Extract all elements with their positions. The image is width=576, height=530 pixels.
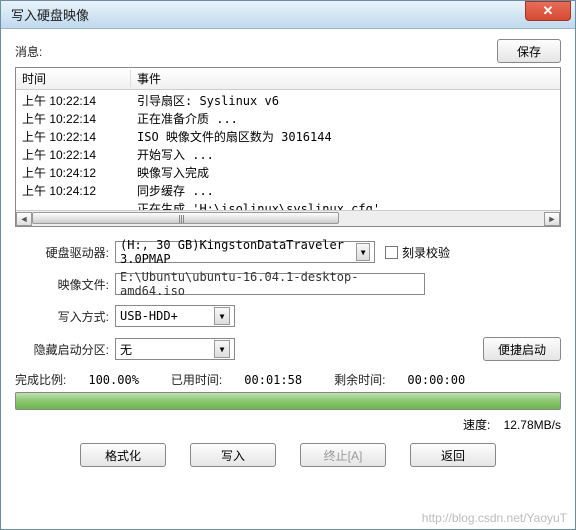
image-path-input[interactable]: E:\Ubuntu\ubuntu-16.04.1-desktop-amd64.i…: [115, 273, 425, 295]
back-button[interactable]: 返回: [410, 443, 496, 467]
log-row: 上午 10:24:12同步缓存 ...: [16, 182, 560, 200]
speed-label: 速度:: [463, 418, 490, 432]
speed-row: 速度: 12.78MB/s: [15, 416, 561, 433]
abort-button[interactable]: 终止[A]: [300, 443, 386, 467]
chevron-down-icon[interactable]: ▼: [356, 243, 370, 261]
close-icon: ✕: [543, 3, 554, 19]
log-header-event[interactable]: 事件: [131, 70, 560, 87]
log-row: 上午 10:22:14开始写入 ...: [16, 146, 560, 164]
titlebar[interactable]: 写入硬盘映像 ✕: [1, 1, 575, 29]
verify-label: 刻录校验: [402, 244, 450, 261]
remain-label: 剩余时间:: [334, 371, 385, 388]
image-label: 映像文件:: [15, 276, 115, 293]
elapsed-value: 00:01:58: [244, 373, 302, 387]
hidden-partition-label: 隐藏启动分区:: [15, 341, 115, 358]
window-title: 写入硬盘映像: [11, 5, 525, 24]
verify-checkbox-wrap[interactable]: 刻录校验: [385, 244, 450, 261]
format-button[interactable]: 格式化: [80, 443, 166, 467]
scroll-track[interactable]: [32, 212, 544, 226]
image-path-value: E:\Ubuntu\ubuntu-16.04.1-desktop-amd64.i…: [120, 270, 420, 298]
log-list: 时间 事件 上午 10:22:14引导扇区: Syslinux v6 上午 10…: [15, 67, 561, 227]
write-button[interactable]: 写入: [190, 443, 276, 467]
content-area: 消息: 保存 时间 事件 上午 10:22:14引导扇区: Syslinux v…: [1, 29, 575, 467]
watermark: http://blog.csdn.net/YaoyuT: [422, 511, 567, 525]
chevron-down-icon[interactable]: ▼: [214, 307, 230, 325]
done-value: 100.00%: [88, 373, 139, 387]
scroll-thumb[interactable]: [32, 212, 339, 224]
log-row: 上午 10:22:14引导扇区: Syslinux v6: [16, 92, 560, 110]
log-row: 上午 10:24:12映像写入完成: [16, 164, 560, 182]
log-row: 上午 10:22:14正在准备介质 ...: [16, 110, 560, 128]
scroll-right-icon[interactable]: ►: [544, 212, 560, 226]
write-mode-value: USB-HDD+: [120, 309, 178, 323]
log-header-time[interactable]: 时间: [16, 70, 131, 87]
horizontal-scrollbar[interactable]: ◄ ►: [16, 210, 560, 226]
quick-boot-button[interactable]: 便捷启动: [483, 337, 561, 361]
speed-value: 12.78MB/s: [504, 418, 561, 432]
done-label: 完成比例:: [15, 371, 66, 388]
progress-bar: [15, 392, 561, 410]
elapsed-label: 已用时间:: [171, 371, 222, 388]
write-mode-label: 写入方式:: [15, 308, 115, 325]
stats-row: 完成比例: 100.00% 已用时间: 00:01:58 剩余时间: 00:00…: [15, 371, 561, 388]
remain-value: 00:00:00: [407, 373, 465, 387]
save-button[interactable]: 保存: [497, 39, 561, 63]
write-mode-combobox[interactable]: USB-HDD+ ▼: [115, 305, 235, 327]
bottom-buttons: 格式化 写入 终止[A] 返回: [15, 443, 561, 467]
scroll-left-icon[interactable]: ◄: [16, 212, 32, 226]
log-header: 时间 事件: [16, 68, 560, 90]
close-button[interactable]: ✕: [525, 1, 571, 21]
drive-combobox[interactable]: (H:, 30 GB)KingstonDataTraveler 3.0PMAP …: [115, 241, 375, 263]
drive-label: 硬盘驱动器:: [15, 244, 115, 261]
log-body[interactable]: 上午 10:22:14引导扇区: Syslinux v6 上午 10:22:14…: [16, 90, 560, 227]
hidden-partition-combobox[interactable]: 无 ▼: [115, 338, 235, 360]
verify-checkbox[interactable]: [385, 246, 398, 259]
info-label: 消息:: [15, 43, 497, 60]
drive-value: (H:, 30 GB)KingstonDataTraveler 3.0PMAP: [120, 238, 356, 266]
chevron-down-icon[interactable]: ▼: [214, 340, 230, 358]
form-area: 硬盘驱动器: (H:, 30 GB)KingstonDataTraveler 3…: [15, 241, 561, 467]
log-row: 上午 10:22:14ISO 映像文件的扇区数为 3016144: [16, 128, 560, 146]
hidden-partition-value: 无: [120, 341, 132, 358]
dialog-window: 写入硬盘映像 ✕ 消息: 保存 时间 事件 上午 10:22:14引导扇区: S…: [0, 0, 576, 530]
